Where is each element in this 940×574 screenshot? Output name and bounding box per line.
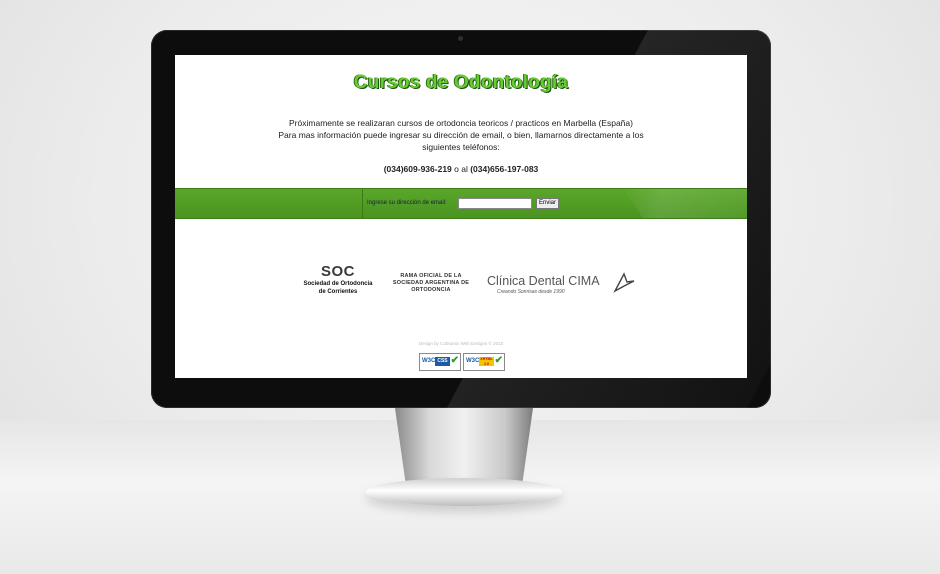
rama-logo-line-3: ORTODONCIA xyxy=(411,287,451,293)
w3c-css-badge[interactable]: W3C CSS ✔ xyxy=(419,353,461,371)
credit-text: Design by Cobramix Web Designs © 2010 xyxy=(418,341,504,346)
soc-logo-abbr: SOC xyxy=(320,263,355,280)
xhtml-kind-label: XHTML 1.0 xyxy=(479,357,494,366)
intro-line-2: Para mas información puede ingresar su d… xyxy=(278,130,644,140)
monitor-stand-base xyxy=(366,478,562,506)
phone-numbers: (034)609-936-219 o al (034)656-197-083 xyxy=(175,164,747,174)
intro-line-1: Próximamente se realizaran cursos de ort… xyxy=(289,118,633,128)
bar-highlight xyxy=(623,189,747,218)
webcam-dot xyxy=(458,36,463,41)
cima-swoosh-icon xyxy=(613,272,635,293)
intro-text: Próximamente se realizaran cursos de ort… xyxy=(271,117,651,153)
rama-logo: RAMA OFICIAL DE LA SOCIEDAD ARGENTINA DE… xyxy=(387,273,475,294)
w3c-xhtml-badge[interactable]: W3C XHTML 1.0 ✔ xyxy=(463,353,505,371)
phone-separator: o al xyxy=(451,164,471,174)
soc-logo: SOC Sociedad de Ortodoncia de Corrientes xyxy=(295,263,381,296)
signup-bar: Ingrese su dirección de email: Enviar xyxy=(175,188,747,219)
phone-2: (034)656-197-083 xyxy=(470,164,539,174)
rama-logo-line-1: RAMA OFICIAL DE LA xyxy=(400,273,462,279)
page-title: Cursos de Odontología xyxy=(353,72,569,93)
w3c-css-label: W3C xyxy=(422,358,436,364)
check-icon: ✔ xyxy=(494,355,503,366)
intro-line-3: siguientes teléfonos: xyxy=(422,142,500,152)
cima-logo: Clínica Dental CIMA Creando Sonrisas des… xyxy=(487,272,637,295)
email-input[interactable] xyxy=(458,198,532,209)
rama-logo-line-2: SOCIEDAD ARGENTINA DE xyxy=(392,280,470,286)
email-label: Ingrese su dirección de email: xyxy=(367,200,447,206)
check-icon: ✔ xyxy=(450,355,459,366)
bar-divider xyxy=(362,189,363,218)
send-button[interactable]: Enviar xyxy=(536,198,559,209)
css-kind-label: CSS xyxy=(435,357,450,366)
screen-webpage: Cursos de Odontología Próximamente se re… xyxy=(175,55,747,378)
w3c-xhtml-label: W3C xyxy=(466,358,480,364)
monitor-stand-neck xyxy=(395,408,533,486)
soc-logo-line-1: Sociedad de Ortodoncia xyxy=(303,281,373,287)
soc-logo-line-2: de Corrientes xyxy=(318,289,358,295)
phone-1: (034)609-936-219 xyxy=(383,164,452,174)
